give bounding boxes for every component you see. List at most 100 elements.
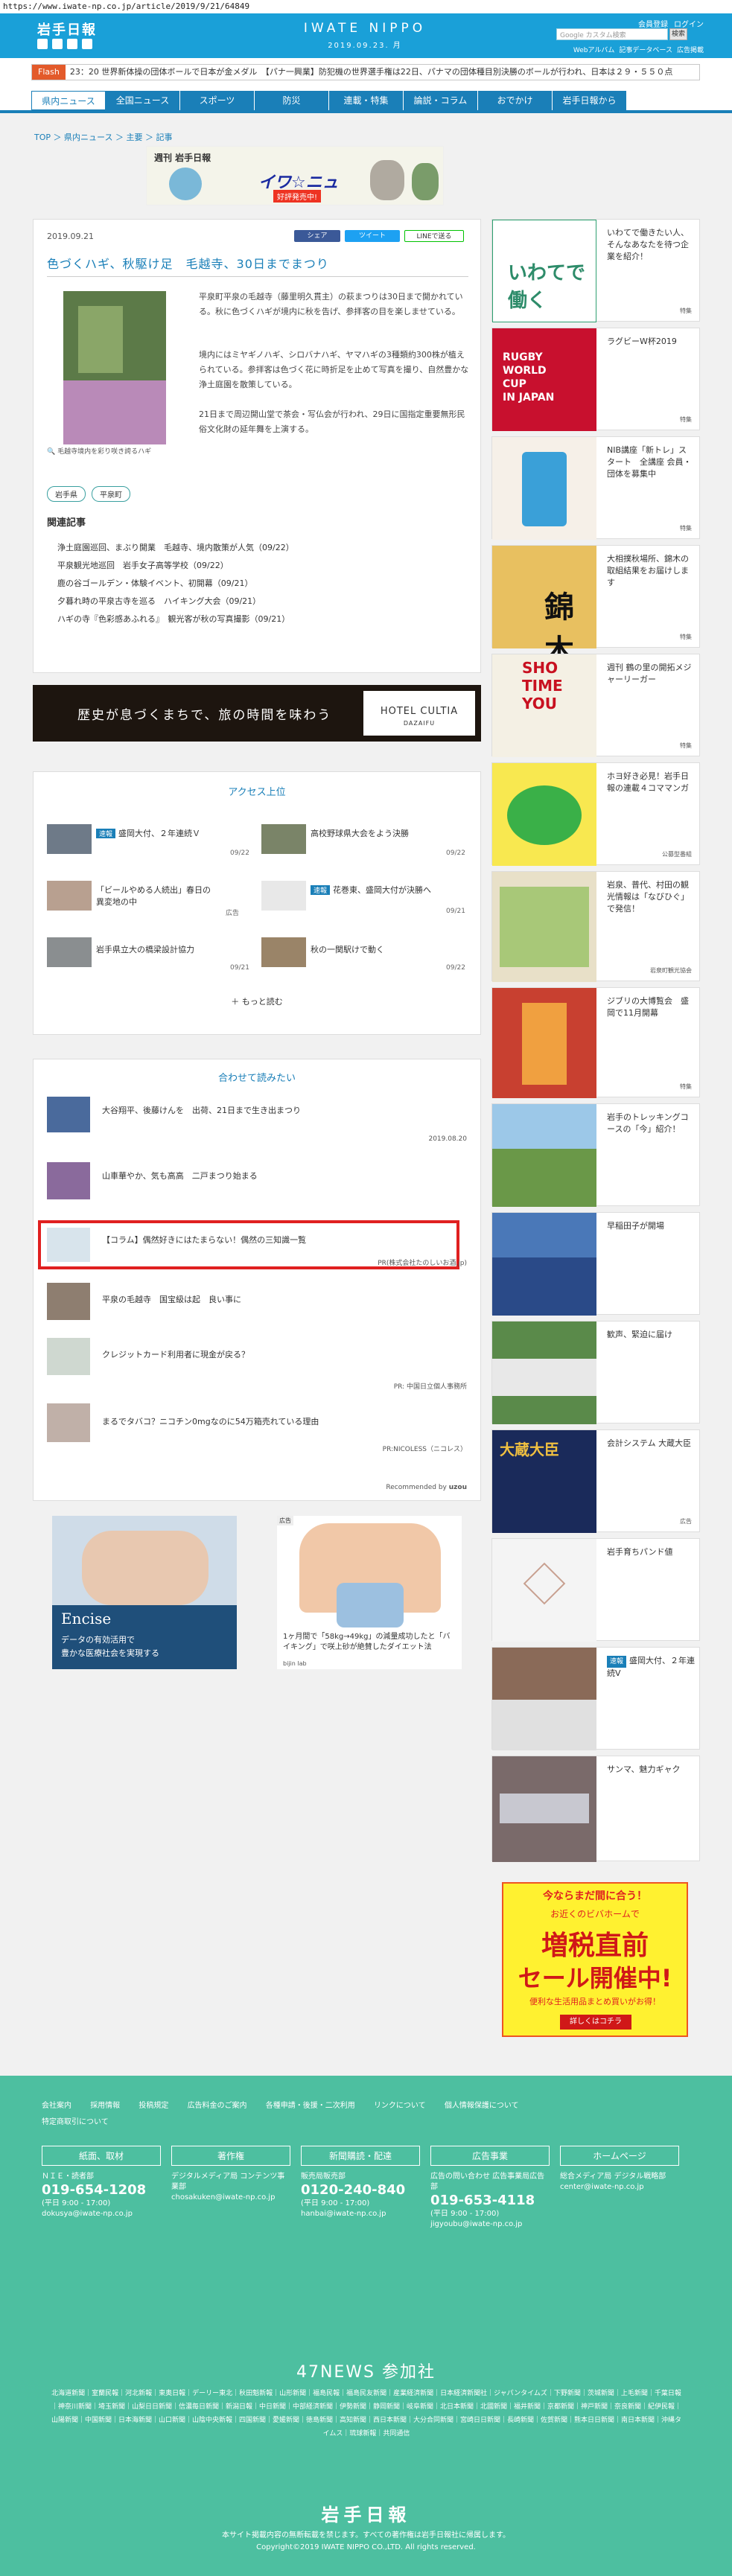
sidebar-item[interactable]: ジブリの大博覧会 盛岡で11月開幕 特集 <box>491 987 700 1098</box>
sidebar-item[interactable]: 岩泉、普代、村田の観光情報は「なびひぐ」で発信！ 岩泉町観光協会 <box>491 871 700 982</box>
sidebar-item[interactable]: ホヨ好き必見！岩手日報の連載４コママンガ 公募型番組 <box>491 762 700 866</box>
album-link[interactable]: Webアルバム <box>573 45 615 54</box>
access-item[interactable]: 高校野球県大会をよう決勝 <box>311 827 437 839</box>
nav-outing[interactable]: おでかけ <box>478 91 553 110</box>
nav-sports[interactable]: スポーツ <box>180 91 255 110</box>
nav-from-iwate-nippo[interactable]: 岩手日報から <box>553 91 627 110</box>
footer-email[interactable]: jigyoubu@iwate-np.co.jp <box>430 2219 550 2230</box>
sidebar-item[interactable]: 大蔵大臣 会計システム 大蔵大臣 広告 <box>491 1429 700 1533</box>
rec-thumbnail[interactable] <box>47 1097 90 1132</box>
related-link[interactable]: 浄土庭園巡回、まぶり開業 毛越寺、境内散策が人気（09/22） <box>57 541 294 553</box>
sidebar-item[interactable]: 岩手育ちパンド値 <box>491 1538 700 1642</box>
diet-ad[interactable]: 広告 1ヶ月間で「58kg→49kg」の減量成功したと「バイキング」で咲上砂が絶… <box>277 1516 462 1669</box>
footer-email[interactable]: center@iwate-np.co.jp <box>560 2182 679 2193</box>
sidebar-item[interactable]: NIB講座「新トレ」スタート 全講座 会員・団体を募集中 特集 <box>491 436 700 540</box>
footer-phone[interactable]: 0120-240-840 <box>301 2182 420 2199</box>
footer-email[interactable]: chosakuken@iwate-np.co.jp <box>171 2193 290 2203</box>
tweet-button[interactable]: ツイート <box>345 230 400 242</box>
social-icons <box>37 39 92 49</box>
footer-link[interactable]: リンクについて <box>374 2102 426 2110</box>
nav-disaster[interactable]: 防災 <box>255 91 329 110</box>
sale-details-button[interactable]: 詳しくはコチラ <box>560 2015 631 2030</box>
tag-hiraizumi[interactable]: 平泉町 <box>92 486 130 502</box>
related-link[interactable]: 鹿の谷ゴールデン・体験イベント、初開幕（09/21） <box>57 577 252 589</box>
ticker-box[interactable]: Flash 23：20 世界新体操の団体ボールで日本が金メダル 【パナ一興業】防犯… <box>31 64 700 80</box>
footer-link[interactable]: 個人情報保護について <box>445 2102 519 2110</box>
login-link[interactable]: ログイン <box>674 18 704 29</box>
access-item[interactable]: 速報 盛岡大付、２年連続Ｖ <box>96 827 223 839</box>
47news-member-list[interactable]: 北海道新聞｜室蘭民報｜河北新報｜東奥日報｜デーリー東北｜秋田魁新報｜山形新聞｜福… <box>49 2387 684 2440</box>
vivahome-sale-ad[interactable]: 今ならまだ間に合う！ お近くのビバホームで 増税直前 セール開催中! 便利な生活… <box>502 1882 688 2037</box>
nav-features[interactable]: 連載・特集 <box>329 91 404 110</box>
facebook-share-button[interactable]: シェア <box>294 230 340 242</box>
sidebar-item[interactable]: 早稲田子が開場 <box>491 1212 700 1316</box>
hotel-ad[interactable]: 歴史が息づくまちで、旅の時間を味わう HOTEL CULTIA DAZAIFU <box>33 685 481 742</box>
nav-prefecture-news[interactable]: 県内ニュース <box>31 91 106 110</box>
sidebar-item[interactable]: 歓声、緊迫に届け <box>491 1321 700 1424</box>
nav-columns[interactable]: 論説・コラム <box>404 91 478 110</box>
rec-thumbnail[interactable] <box>47 1338 90 1375</box>
rec-item[interactable]: クレジットカード利用者に現金が戻る？ <box>102 1348 249 1360</box>
breadcrumb[interactable]: TOP ＞ 県内ニュース ＞ 主要 ＞ 記事 <box>34 131 172 143</box>
nav-national-news[interactable]: 全国ニュース <box>106 91 180 110</box>
related-link[interactable]: ハギの寺『色彩感あふれる』 観光客が秋の写真撮影（09/21） <box>57 613 290 625</box>
footer-link[interactable]: 採用情報 <box>90 2102 120 2110</box>
ad-link[interactable]: 広告掲載 <box>677 45 704 54</box>
sidebar-item[interactable]: 岩手のトレッキングコースの「今」紹介！ <box>491 1103 700 1207</box>
rec-item[interactable]: 大谷翔平、後藤けんを 出荷、21日まで生き出まつり <box>102 1104 301 1116</box>
footer-link[interactable]: 広告料金のご案内 <box>188 2102 247 2110</box>
related-link[interactable]: 平泉観光地巡回 岩手女子高等学校（09/22） <box>57 559 229 571</box>
address-bar[interactable]: https://www.iwate-np.co.jp/article/2019/… <box>0 0 732 13</box>
footer-link[interactable]: 投稿規定 <box>139 2102 168 2110</box>
facebook-icon[interactable] <box>37 39 48 49</box>
rec-thumbnail[interactable] <box>47 1162 90 1199</box>
news-thumbnail[interactable] <box>261 937 306 967</box>
sidebar-item[interactable]: サンマ、魅力ギャク <box>491 1756 700 1862</box>
sidebar-item[interactable]: RUGBY WORLD CUP IN JAPAN ラグビーW杯2019 特集 <box>491 328 700 431</box>
news-thumbnail[interactable] <box>47 881 92 911</box>
line-icon[interactable] <box>67 39 77 49</box>
access-item[interactable]: 岩手県立大の橋梁設計協力 <box>96 943 223 955</box>
rec-item[interactable]: まるでタバコ？ニコチン0mgなのに54万箱売れている理由 <box>102 1415 319 1427</box>
footer-email[interactable]: dokusya@iwate-np.co.jp <box>42 2209 161 2219</box>
related-link[interactable]: 夕暮れ時の平泉古寺を巡る ハイキング大会（09/21） <box>57 595 261 607</box>
rec-thumbnail[interactable] <box>47 1283 90 1320</box>
search-button[interactable]: 検索 <box>669 28 687 40</box>
footer-link[interactable]: 会社案内 <box>42 2102 71 2110</box>
footer-phone[interactable]: 019-654-1208 <box>42 2182 161 2199</box>
search-input[interactable]: Google カスタム検索 <box>556 28 668 40</box>
more-button[interactable]: ＋ もっと読む <box>34 995 480 1007</box>
sidebar-item[interactable]: いわてで働く いわてで働きたい人、そんなあなたを待つ企業を紹介！ 特集 <box>491 219 700 322</box>
footer-phone[interactable]: 019-653-4118 <box>430 2193 550 2209</box>
twitter-icon[interactable] <box>52 39 63 49</box>
weekly-banner-ad[interactable]: 週刊 岩手日報 イワ☆ニュ 好評発売中! <box>146 146 444 205</box>
tag-iwate[interactable]: 岩手県 <box>47 486 86 502</box>
line-share-button[interactable]: LINEで送る <box>404 230 464 242</box>
news-thumbnail[interactable] <box>47 937 92 967</box>
database-link[interactable]: 記事データベース <box>619 45 672 54</box>
encise-ad[interactable]: Encise データの有効活用で 豊かな医療社会を実現する <box>52 1516 237 1669</box>
access-item[interactable]: 速報 花巻東、盛岡大付が決勝へ <box>311 884 437 896</box>
rec-thumbnail[interactable] <box>47 1403 90 1442</box>
sidebar-item[interactable]: SHO TIME YOU 週刊 鶴の里の開拓メジャーリーガー 特集 <box>491 654 700 757</box>
rec-item[interactable]: 平泉の毛越寺 国宝級は起 良い事に <box>102 1293 241 1305</box>
register-link[interactable]: 会員登録 <box>638 18 668 29</box>
footer-link[interactable]: 特定商取引について <box>42 2118 109 2126</box>
news-thumbnail[interactable] <box>261 824 306 854</box>
news-thumbnail[interactable] <box>261 881 306 911</box>
footer-email[interactable]: hanbai@iwate-np.co.jp <box>301 2209 420 2219</box>
footer-logo[interactable]: 岩手日報 <box>0 2500 732 2526</box>
site-logo[interactable]: 岩手日報 <box>37 19 97 39</box>
footer-link[interactable]: 各種申請・後援・二次利用 <box>266 2102 355 2110</box>
recommended-by[interactable]: Recommended by uzou <box>386 1484 467 1491</box>
sidebar-item[interactable]: 錦木 大相撲秋場所、錦木の取組結果をお届けします 特集 <box>491 545 700 668</box>
article-photo[interactable] <box>63 291 166 444</box>
rec-item[interactable]: 【コラム】偶然好きにはたまらない！偶然の三知識一覧 <box>102 1234 306 1246</box>
rec-item[interactable]: 山車華やか、気も高高 二戸まつり始まる <box>102 1170 258 1182</box>
sidebar-item[interactable]: 速報 盛岡大付、２年連続V <box>491 1647 700 1750</box>
access-item[interactable]: 「ビールやめる人続出」春日の異変地の中 <box>96 884 215 908</box>
access-item[interactable]: 秋の一関駅けで動く <box>311 943 437 955</box>
news-thumbnail[interactable] <box>47 824 92 854</box>
instagram-icon[interactable] <box>82 39 92 49</box>
rec-thumbnail[interactable] <box>47 1228 90 1262</box>
